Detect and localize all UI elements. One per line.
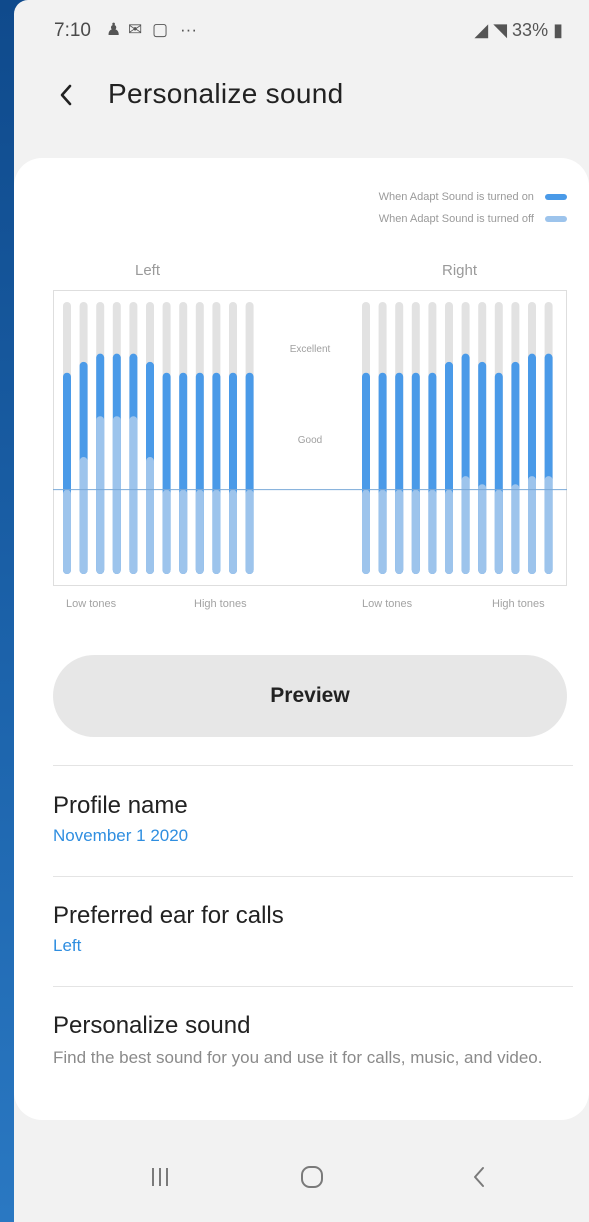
signal-icon: ◥ [493, 20, 508, 40]
bar-adapt-off [478, 484, 487, 574]
left-ear-bars [63, 302, 254, 574]
battery-icon: ▮ [553, 20, 563, 40]
setting-value: November 1 2020 [53, 826, 189, 845]
bar-adapt-off [461, 476, 470, 574]
setting-value: Left [53, 936, 82, 955]
divider [53, 876, 573, 877]
bar-adapt-off [511, 484, 520, 574]
status-right-group: ◢ ◥ 33% ▮ [474, 20, 563, 41]
bar-adapt-off [63, 489, 71, 574]
bar-adapt-off [195, 489, 204, 574]
setting-title: Personalize sound [53, 1012, 251, 1039]
setting-title: Profile name [53, 792, 188, 819]
divider [53, 986, 573, 987]
wifi-icon: ◢ [474, 20, 489, 40]
setting-description: Find the best sound for you and use it f… [53, 1048, 543, 1067]
divider [53, 765, 573, 766]
person-icon: ♟ [106, 20, 122, 39]
bar-adapt-off [229, 489, 237, 574]
status-time: 7:10 [54, 20, 91, 41]
more-icon: ··· [180, 20, 197, 39]
back-icon [474, 1167, 484, 1187]
legend-item-off: When Adapt Sound is turned off [379, 208, 567, 230]
bar-adapt-off [146, 457, 154, 574]
right-low-tones-label: Low tones [362, 598, 413, 610]
bar-adapt-off [212, 489, 221, 574]
bar-adapt-off [129, 416, 138, 574]
left-low-tones-label: Low tones [66, 598, 117, 610]
left-ear-label: Left [135, 262, 161, 279]
bar-adapt-off [428, 489, 437, 574]
bar-adapt-off [179, 489, 188, 574]
setting-profile-name[interactable]: Profile name November 1 2020 [53, 790, 573, 846]
chevron-left-icon [60, 84, 72, 106]
setting-personalize-sound[interactable]: Personalize sound Find the best sound fo… [53, 1010, 573, 1070]
bar-adapt-off [528, 476, 536, 574]
phone-screen: 7:10 ♟ ✉ ▢ ··· ◢ ◥ 33% ▮ Personalize sou… [14, 0, 589, 1222]
legend-swatch-on [545, 194, 567, 201]
home-icon [301, 1166, 323, 1188]
back-button[interactable] [458, 1155, 502, 1199]
preview-button[interactable]: Preview [53, 655, 567, 737]
recents-button[interactable] [138, 1155, 182, 1199]
right-high-tones-label: High tones [492, 598, 545, 610]
back-arrow-button[interactable] [52, 76, 92, 116]
right-ear-bars [362, 302, 553, 574]
content-card: When Adapt Sound is turned on When Adapt… [14, 158, 589, 1120]
home-button[interactable] [290, 1155, 334, 1199]
message-icon: ▢ [152, 20, 169, 39]
bar-adapt-off [79, 457, 88, 574]
mail-icon: ✉ [128, 20, 143, 39]
setting-title: Preferred ear for calls [53, 902, 284, 929]
battery-level: 33% [512, 20, 549, 40]
graph-label-excellent: Excellent [290, 344, 331, 355]
legend-label-off: When Adapt Sound is turned off [378, 213, 534, 225]
bar-adapt-off [445, 489, 453, 574]
legend-swatch-off [545, 216, 567, 223]
recents-icon [152, 1168, 168, 1186]
right-ear-label: Right [442, 262, 478, 279]
bar-adapt-off [245, 489, 254, 574]
bar-adapt-off [378, 489, 387, 574]
bar-adapt-off [411, 489, 420, 574]
bar-adapt-off [494, 489, 503, 574]
setting-preferred-ear[interactable]: Preferred ear for calls Left [53, 900, 573, 956]
bar-adapt-off [362, 489, 370, 574]
bar-adapt-off [162, 489, 171, 574]
navigation-bar [14, 1130, 589, 1222]
legend-item-on: When Adapt Sound is turned on [379, 186, 567, 208]
left-high-tones-label: High tones [194, 598, 247, 610]
hearing-graph: Excellent Good [53, 290, 567, 586]
status-bar: 7:10 ♟ ✉ ▢ ··· ◢ ◥ 33% ▮ [14, 0, 589, 62]
bar-adapt-off [544, 476, 553, 574]
bar-adapt-off [395, 489, 404, 574]
page-title: Personalize sound [108, 78, 344, 109]
bar-adapt-off [96, 416, 105, 574]
graph-label-good: Good [298, 435, 322, 446]
bar-adapt-off [112, 416, 121, 574]
graph-legend: When Adapt Sound is turned on When Adapt… [379, 186, 567, 230]
legend-label-on: When Adapt Sound is turned on [378, 191, 534, 203]
